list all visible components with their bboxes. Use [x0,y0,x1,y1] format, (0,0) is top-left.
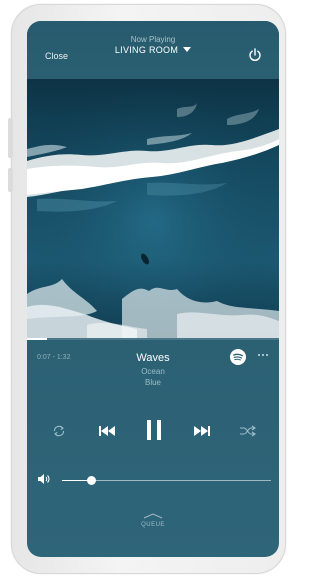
spotify-icon[interactable] [230,349,246,365]
progress-bar[interactable] [27,338,279,340]
pause-icon[interactable] [145,419,163,441]
queue-button[interactable]: QUEUE [27,522,279,528]
track-artist: Ocean [141,367,165,376]
room-selector[interactable]: LIVING ROOM [27,45,279,55]
more-icon[interactable] [257,351,269,359]
chevron-up-icon[interactable] [143,513,163,519]
side-button [8,118,13,158]
volume-thumb[interactable] [87,476,97,485]
volume-icon[interactable] [37,473,50,485]
room-label: LIVING ROOM [114,45,179,55]
power-icon[interactable] [248,48,262,62]
previous-icon[interactable] [98,425,116,437]
chevron-down-icon [183,47,192,52]
now-playing-label: Now Playing [130,35,176,44]
header: Close Now Playing LIVING ROOM [27,21,279,79]
album-art [27,79,279,338]
volume-slider[interactable] [62,476,271,485]
now-playing-screen: Close Now Playing LIVING ROOM 0:07 - 1:3… [27,21,279,557]
side-button [8,168,13,192]
track-album: Blue [144,378,161,387]
next-icon[interactable] [193,425,211,437]
progress-fill [27,338,48,340]
shuffle-icon[interactable] [239,425,257,437]
repeat-icon[interactable] [52,424,66,438]
